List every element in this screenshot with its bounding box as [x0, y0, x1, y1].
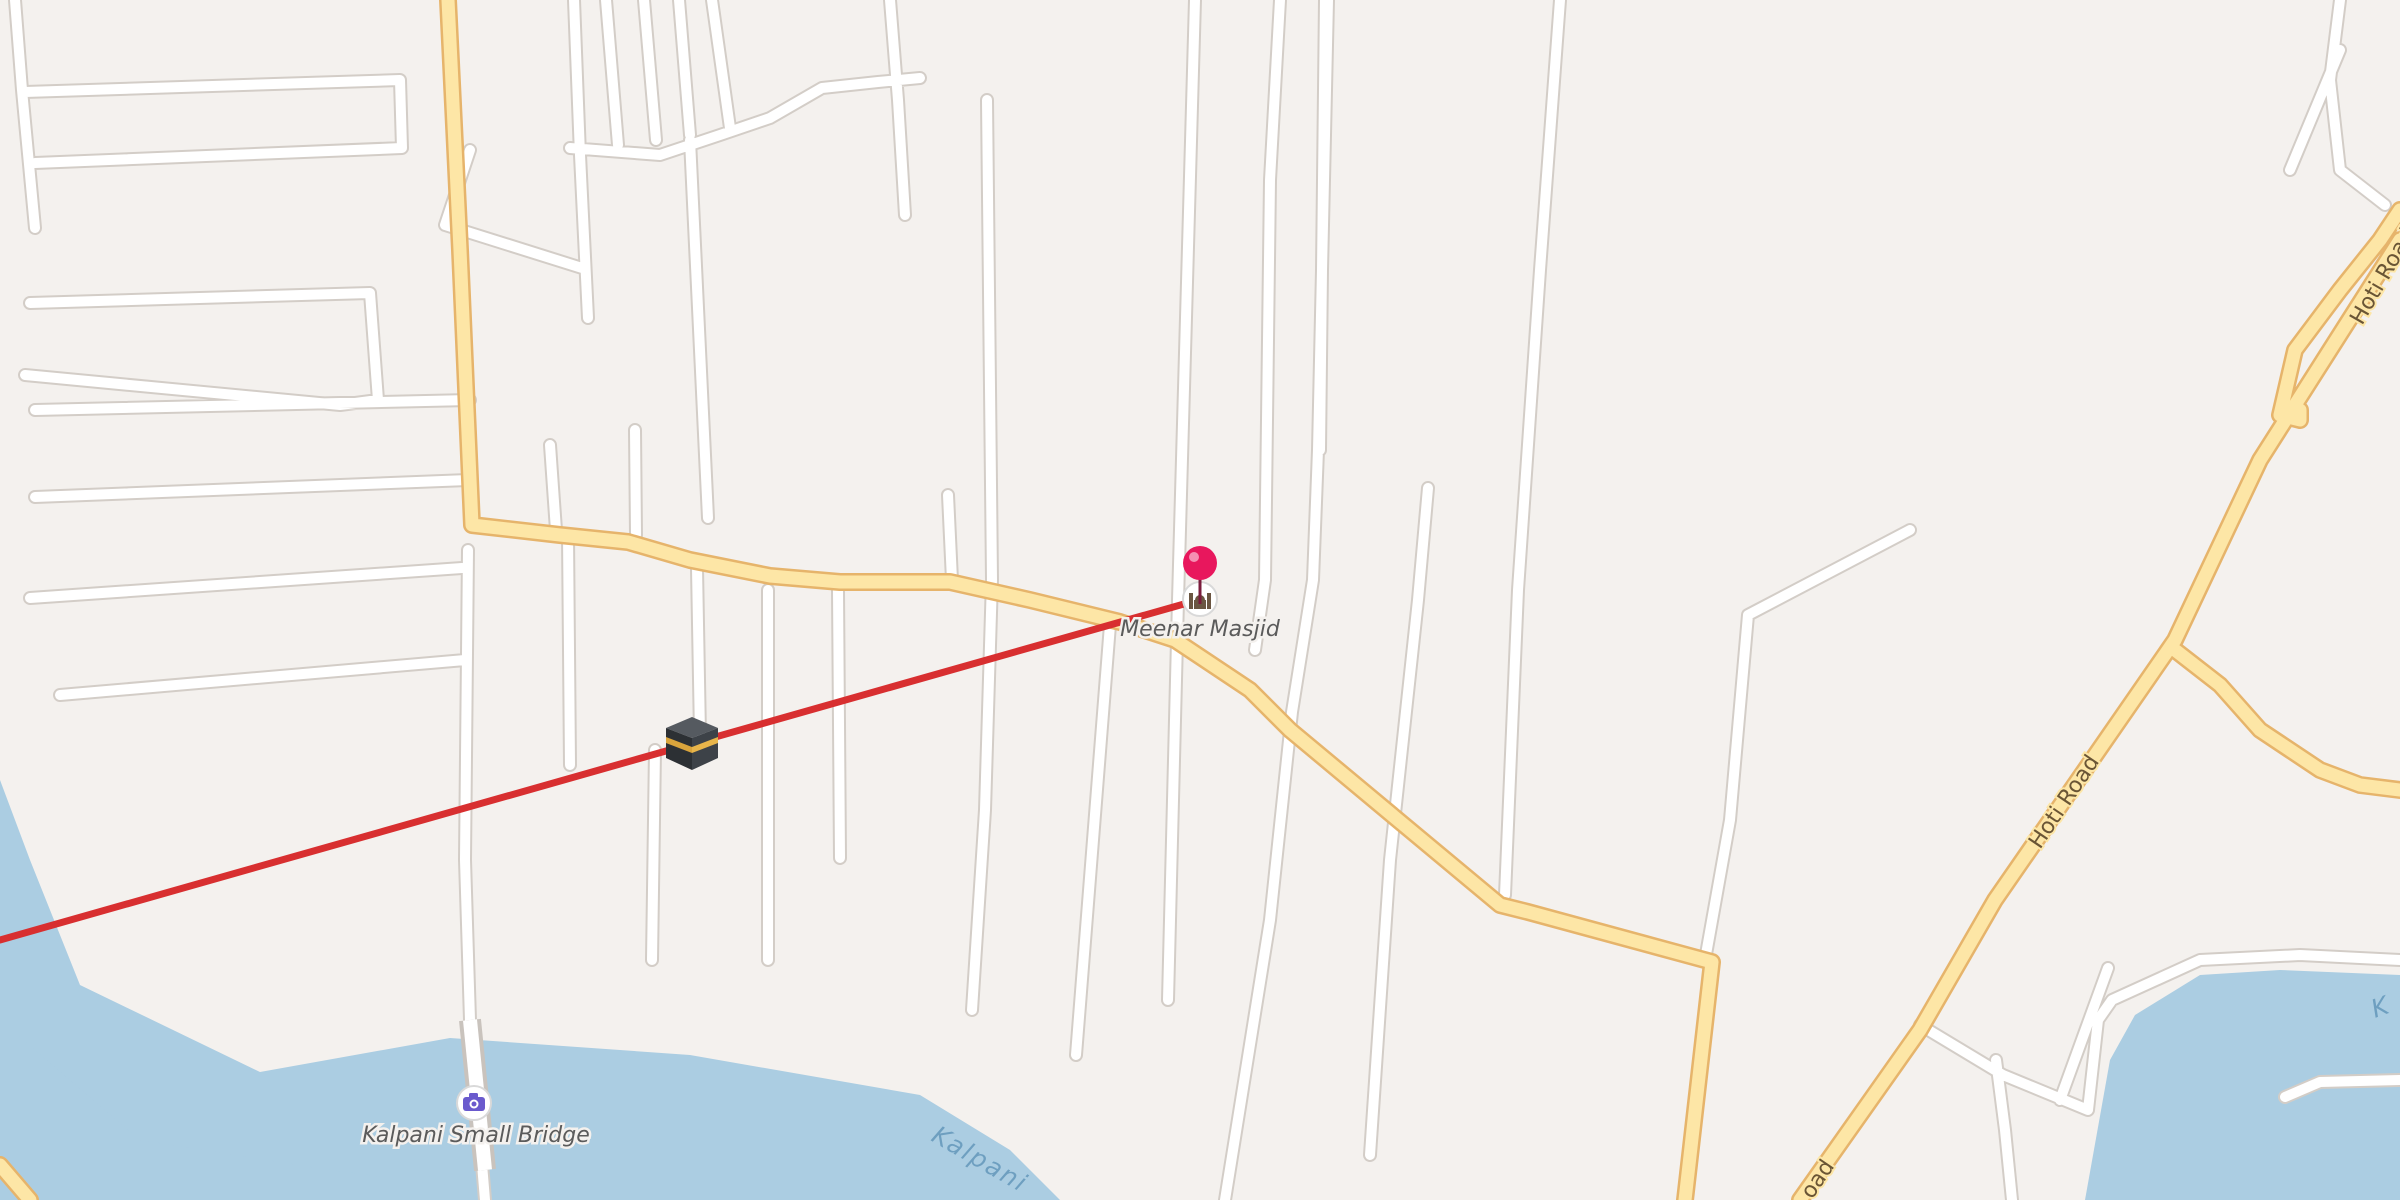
- poi-label-meenar-masjid: Meenar Masjid: [1120, 617, 1281, 642]
- map-view[interactable]: Hoti Road Hoti Road oad Kalpani K Kalpan…: [0, 0, 2400, 1200]
- map-canvas[interactable]: Hoti Road Hoti Road oad Kalpani K Kalpan…: [0, 0, 2400, 1200]
- poi-label-kalpani-small-bridge: Kalpani Small Bridge: [362, 1123, 590, 1148]
